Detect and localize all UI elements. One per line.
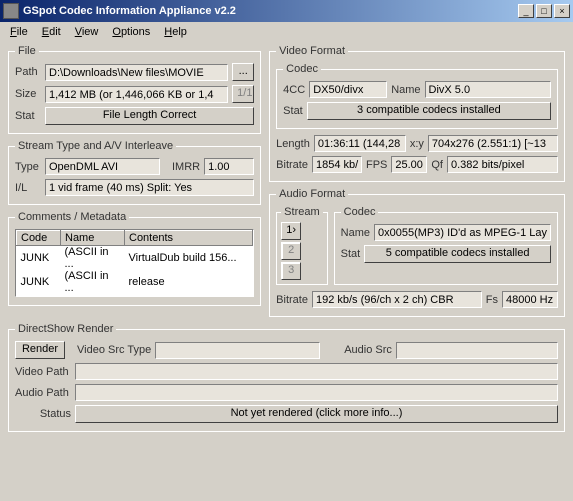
col-code[interactable]: Code: [17, 231, 61, 246]
render-group: DirectShow Render Render Video Src Type …: [8, 323, 565, 432]
vpath-value: [75, 363, 558, 380]
il-label: I/L: [15, 182, 41, 194]
length-label: Length: [276, 138, 310, 150]
app-icon: [3, 3, 19, 19]
xy-label: x:y: [410, 138, 424, 150]
size-label: Size: [15, 88, 41, 100]
file-stat-label: Stat: [15, 110, 41, 122]
audio-codec-legend: Codec: [341, 206, 379, 218]
table-row[interactable]: JUNK (ASCII in ... VirtualDub build 156.…: [17, 246, 253, 271]
aname-label: Name: [341, 227, 370, 239]
video-codec-legend: Codec: [283, 63, 321, 75]
file-stat-value[interactable]: File Length Correct: [45, 107, 254, 125]
fourcc-label: 4CC: [283, 84, 305, 96]
stream-2-button: 2: [281, 242, 301, 260]
render-button[interactable]: Render: [15, 341, 65, 359]
menu-help[interactable]: Help: [158, 24, 193, 40]
menu-view[interactable]: View: [69, 24, 105, 40]
status-value[interactable]: Not yet rendered (click more info...): [75, 405, 558, 423]
type-value: OpenDML AVI: [45, 158, 160, 175]
stream-group: Stream Type and A/V Interleave Type Open…: [8, 140, 261, 205]
stream-legend: Stream Type and A/V Interleave: [15, 140, 176, 152]
titlebar: GSpot Codec Information Appliance v2.2 _…: [0, 0, 573, 22]
render-legend: DirectShow Render: [15, 323, 116, 335]
file-legend: File: [15, 45, 39, 57]
qf-value: 0.382 bits/pixel: [447, 156, 558, 173]
video-group: Video Format Codec 4CC DX50/divx Name Di…: [269, 45, 565, 182]
table-row[interactable]: JUNK (ASCII in ... release: [17, 270, 253, 294]
audio-stream-legend: Stream: [281, 206, 322, 218]
il-value: 1 vid frame (40 ms) Split: Yes: [45, 179, 254, 196]
xy-value: 704x276 (2.551:1) [~13: [428, 135, 558, 152]
vbitrate-label: Bitrate: [276, 159, 308, 171]
status-label: Status: [15, 408, 71, 420]
aname-value: 0x0055(MP3) ID'd as MPEG-1 Lay: [374, 224, 551, 241]
ratio-button: 1/1: [232, 85, 254, 103]
vpath-label: Video Path: [15, 366, 71, 378]
fourcc-value: DX50/divx: [309, 81, 387, 98]
length-value: 01:36:11 (144,28: [314, 135, 406, 152]
type-label: Type: [15, 161, 41, 173]
col-name[interactable]: Name: [61, 231, 125, 246]
vsrc-type-label: Video Src Type: [77, 344, 151, 356]
vsrc-type-value: [155, 342, 320, 359]
menubar: File Edit View Options Help: [0, 22, 573, 41]
imrr-value: 1.00: [204, 158, 254, 175]
astat-value[interactable]: 5 compatible codecs installed: [364, 245, 551, 263]
size-value: 1,412 MB (or 1,446,066 KB or 1,4: [45, 86, 228, 103]
menu-file[interactable]: File: [4, 24, 34, 40]
audio-stream-group: Stream 1› 2 3: [276, 206, 327, 285]
comments-table[interactable]: Code Name Contents JUNK (ASCII in ... Vi…: [15, 229, 254, 297]
close-button[interactable]: ×: [554, 4, 570, 18]
comments-group: Comments / Metadata Code Name Contents J…: [8, 211, 261, 306]
asrc-label: Audio Src: [344, 344, 392, 356]
col-contents[interactable]: Contents: [125, 231, 253, 246]
browse-button[interactable]: ...: [232, 63, 254, 81]
comments-legend: Comments / Metadata: [15, 211, 129, 223]
video-legend: Video Format: [276, 45, 348, 57]
maximize-button[interactable]: □: [536, 4, 552, 18]
asrc-value: [396, 342, 558, 359]
vstat-value[interactable]: 3 compatible codecs installed: [307, 102, 551, 120]
abitrate-label: Bitrate: [276, 294, 308, 306]
audio-legend: Audio Format: [276, 188, 348, 200]
vstat-label: Stat: [283, 105, 303, 117]
path-value[interactable]: D:\Downloads\New files\MOVIE: [45, 64, 228, 81]
apath-value: [75, 384, 558, 401]
vname-label: Name: [391, 84, 420, 96]
vbitrate-value: 1854 kb/: [312, 156, 362, 173]
stream-3-button: 3: [281, 262, 301, 280]
imrr-label: IMRR: [172, 161, 200, 173]
stream-1-button[interactable]: 1›: [281, 222, 301, 240]
menu-edit[interactable]: Edit: [36, 24, 67, 40]
file-group: File Path D:\Downloads\New files\MOVIE .…: [8, 45, 261, 134]
path-label: Path: [15, 66, 41, 78]
astat-label: Stat: [341, 248, 361, 260]
audio-codec-group: Codec Name 0x0055(MP3) ID'd as MPEG-1 La…: [334, 206, 558, 285]
qf-label: Qf: [431, 159, 443, 171]
apath-label: Audio Path: [15, 387, 71, 399]
fps-label: FPS: [366, 159, 387, 171]
audio-group: Audio Format Stream 1› 2 3 Codec Name: [269, 188, 565, 317]
abitrate-value: 192 kb/s (96/ch x 2 ch) CBR: [312, 291, 482, 308]
fs-value: 48000 Hz: [502, 291, 558, 308]
menu-options[interactable]: Options: [106, 24, 156, 40]
minimize-button[interactable]: _: [518, 4, 534, 18]
fps-value: 25.00: [391, 156, 427, 173]
video-codec-group: Codec 4CC DX50/divx Name DivX 5.0 Stat 3…: [276, 63, 558, 129]
window-title: GSpot Codec Information Appliance v2.2: [23, 5, 516, 17]
vname-value: DivX 5.0: [425, 81, 551, 98]
fs-label: Fs: [486, 294, 498, 306]
